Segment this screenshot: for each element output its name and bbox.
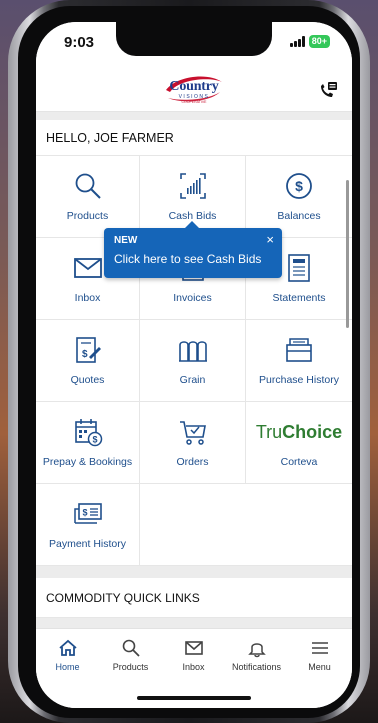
commodity-quick-links-header: COMMODITY QUICK LINKS [36,578,352,618]
tile-label: Invoices [173,292,212,304]
tile-balances[interactable]: $ Balances [246,156,352,238]
tile-label: Inbox [74,292,101,304]
quote-icon: $ [75,337,101,363]
home-icon [58,639,77,656]
greeting-text: HELLO, JOE FARMER [36,120,352,156]
tile-payment-history[interactable]: $ Payment History [36,484,140,566]
logo-subtitle-2: COOPERATIVE [181,100,207,104]
tile-label: Products [66,210,109,222]
signal-icon [289,36,305,47]
home-indicator[interactable] [137,696,251,700]
tab-notifications[interactable]: Notifications [225,637,288,672]
svg-text:$: $ [82,508,87,518]
search-icon [75,173,101,199]
tooltip-title: NEW [114,235,138,246]
tile-prepay-bookings[interactable]: $ Prepay & Bookings [36,402,140,484]
tab-products[interactable]: Products [99,637,162,672]
close-icon[interactable]: × [266,233,274,246]
tile-empty [246,484,352,566]
tile-label: Orders [176,456,209,468]
phone-screen: 9:03 80+ Country VISIONS COOPERATIVE HEL… [36,22,352,708]
tile-label: Corteva [280,456,318,468]
svg-text:$: $ [82,349,88,360]
tile-corteva[interactable]: TruChoice Corteva [246,402,352,484]
tab-label: Products [112,662,149,672]
app-header: Country VISIONS COOPERATIVE [36,66,352,112]
tile-empty [140,484,246,566]
phone-list-icon[interactable] [318,80,338,100]
tab-label: Inbox [182,662,205,672]
logo-word: Country [169,79,219,94]
tab-label: Menu [308,662,331,672]
status-indicators: 80+ [289,35,330,48]
tile-label: Quotes [70,374,105,386]
truchoice-logo: TruChoice [255,421,343,442]
tile-label: Purchase History [259,374,339,386]
tile-label: Payment History [48,538,127,550]
country-visions-logo[interactable]: Country VISIONS COOPERATIVE [162,72,226,106]
tile-label: Statements [272,292,326,304]
camera-notch [116,22,272,56]
tab-inbox[interactable]: Inbox [162,637,225,672]
envelope-icon [73,258,102,278]
tile-grain[interactable]: Grain [140,320,246,402]
hamburger-menu-icon [311,642,328,654]
tooltip-text: Click here to see Cash Bids [114,252,262,266]
archive-box-icon [286,338,312,362]
tile-label: Prepay & Bookings [42,456,133,468]
grain-bins-icon [178,341,207,362]
statement-icon [288,254,310,282]
svg-text:$: $ [92,435,97,445]
bill-icon: $ [73,503,102,524]
tab-home[interactable]: Home [36,637,99,672]
tile-label: Grain [179,374,206,386]
bell-icon [247,643,266,658]
tile-orders[interactable]: Orders [140,402,246,484]
svg-text:$: $ [295,178,303,194]
calendar-dollar-icon: $ [74,419,102,447]
tile-products[interactable]: Products [36,156,140,238]
tooltip-arrow [185,221,199,228]
tab-label: Notifications [231,662,282,672]
status-time: 9:03 [64,34,95,51]
barcode-chart-icon [179,173,206,199]
envelope-icon [184,641,203,655]
dollar-circle-icon: $ [286,173,312,199]
tile-purchase-history[interactable]: Purchase History [246,320,352,402]
cart-icon [179,421,206,445]
status-bar: 9:03 80+ [36,22,352,66]
tab-menu[interactable]: Menu [288,637,351,672]
cash-bids-tooltip[interactable]: NEW Click here to see Cash Bids × [104,221,282,278]
tab-label: Home [55,662,80,672]
battery-icon: 80+ [308,35,330,48]
search-icon [122,639,140,657]
dashboard-content: HELLO, JOE FARMER Products Cash Bids $ B… [36,112,352,628]
scrollbar[interactable] [346,180,349,328]
tile-label: Balances [277,210,321,222]
feature-grid: Products Cash Bids $ Balances Inbox Invo… [36,156,352,566]
tile-quotes[interactable]: $ Quotes [36,320,140,402]
